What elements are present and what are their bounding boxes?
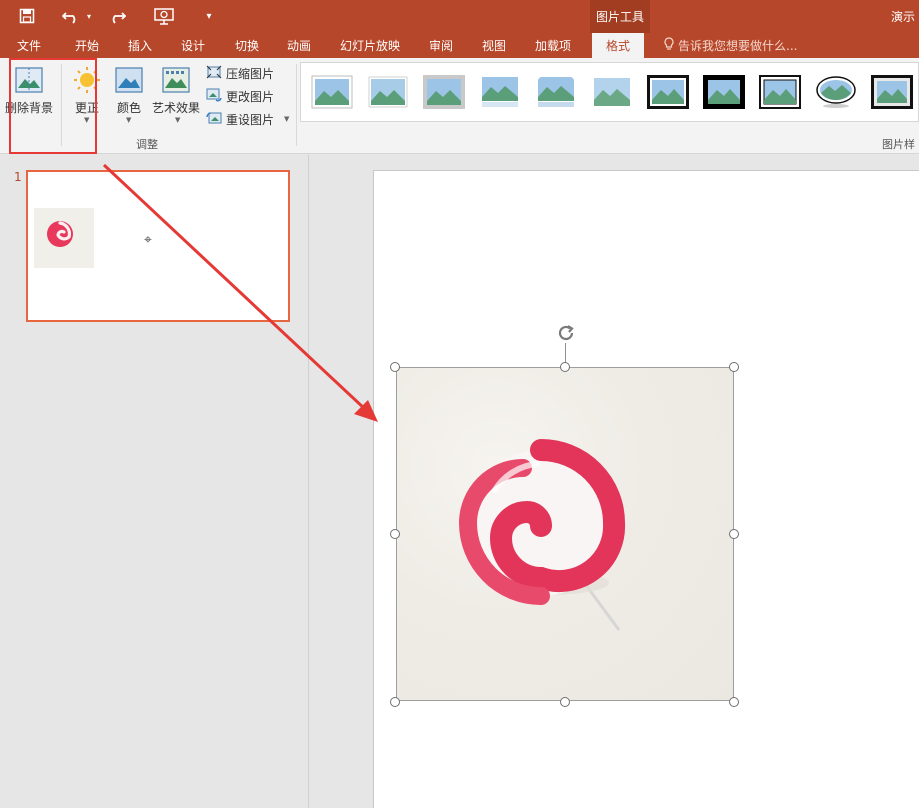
resize-handle-bottom-right[interactable]	[729, 697, 739, 707]
slide-number: 1	[14, 170, 22, 184]
reset-dropdown-icon[interactable]: ▼	[284, 115, 289, 123]
resize-handle-right[interactable]	[729, 529, 739, 539]
picture-styles-gallery	[300, 62, 919, 122]
lollipop-image	[458, 439, 626, 631]
style-soft-rectangle[interactable]	[591, 75, 633, 109]
picture-styles-group-label: 图片样	[882, 138, 915, 151]
style-simple-frame[interactable]	[311, 75, 353, 109]
powerpoint-window: ▾ ▾ 图片工具 演示 文件 开始 插入 设计 切换 动画 幻灯片放映 审阅 视…	[0, 0, 919, 808]
ribbon-tabs: 文件 开始 插入 设计 切换 动画 幻灯片放映 审阅 视图 加载项 格式 告诉我…	[0, 33, 919, 58]
compress-label: 压缩图片	[226, 66, 275, 81]
resize-handle-left[interactable]	[390, 529, 400, 539]
style-reflection[interactable]	[479, 75, 521, 109]
color-button[interactable]: 颜色	[117, 99, 141, 116]
tab-design[interactable]: 设计	[181, 37, 205, 54]
title-bar: ▾ ▾ 图片工具 演示	[0, 0, 919, 33]
resize-handle-bottom-left[interactable]	[390, 697, 400, 707]
resize-handle-top-left[interactable]	[390, 362, 400, 372]
style-oval[interactable]	[815, 75, 857, 109]
resize-handle-top-right[interactable]	[729, 362, 739, 372]
style-metal-frame[interactable]	[871, 75, 913, 109]
picture-tools-label: 图片工具	[595, 10, 644, 24]
tab-slideshow[interactable]: 幻灯片放映	[340, 37, 400, 54]
style-black-frame[interactable]	[647, 75, 689, 109]
mouse-cursor-icon: ⌖	[144, 232, 152, 248]
thumbnail-lollipop-image	[34, 208, 94, 268]
change-picture-label: 更改图片	[226, 89, 275, 104]
style-double-frame[interactable]	[759, 75, 801, 109]
dropdown-arrow-icon[interactable]: ▾	[84, 6, 94, 26]
lightbulb-icon	[664, 37, 674, 54]
tab-file[interactable]: 文件	[17, 37, 41, 54]
tab-transitions[interactable]: 切换	[235, 37, 259, 54]
tab-view[interactable]: 视图	[482, 37, 506, 54]
undo-icon[interactable]	[60, 6, 82, 26]
change-picture-button[interactable]: 更改图片	[206, 86, 274, 106]
style-soft-edge[interactable]	[367, 75, 409, 109]
tab-insert[interactable]: 插入	[128, 37, 152, 54]
picture-tools-contextual-tab: 图片工具	[590, 0, 650, 33]
reset-picture-icon	[206, 111, 222, 128]
resize-handle-top[interactable]	[560, 362, 570, 372]
customize-qat-icon[interactable]: ▾	[202, 6, 216, 26]
reset-picture-button[interactable]: 重设图片 ▼	[206, 109, 289, 129]
present-from-start-icon[interactable]	[152, 6, 176, 26]
reset-picture-label: 重设图片	[226, 112, 275, 127]
selected-picture-lollipop[interactable]	[396, 367, 734, 701]
artistic-effects-icon	[161, 66, 191, 97]
tab-addins[interactable]: 加载项	[535, 37, 571, 54]
resize-handle-bottom[interactable]	[560, 697, 570, 707]
rotate-icon[interactable]	[555, 322, 577, 344]
adjust-group-label: 调整	[136, 138, 158, 151]
slide-thumbnail-pane: 1 ⌖	[0, 155, 309, 808]
tab-review[interactable]: 审阅	[429, 37, 453, 54]
window-title: 演示	[891, 10, 916, 24]
redo-icon[interactable]	[106, 6, 128, 26]
tab-animations[interactable]: 动画	[287, 37, 311, 54]
ribbon-separator	[296, 64, 297, 146]
tab-home[interactable]: 开始	[75, 37, 99, 54]
compress-icon	[206, 65, 222, 82]
slide-thumbnail-1[interactable]: ⌖	[26, 170, 290, 322]
style-thick-black-frame[interactable]	[703, 75, 745, 109]
tab-format[interactable]: 格式	[592, 33, 645, 58]
style-gray-frame[interactable]	[423, 75, 465, 109]
remove-background-highlight	[9, 58, 97, 154]
artistic-effects-button[interactable]: 艺术效果	[152, 99, 200, 116]
tell-me-box[interactable]: 告诉我您想要做什么...	[664, 37, 797, 54]
color-dropdown-icon[interactable]: ▼	[126, 116, 131, 124]
tell-me-placeholder: 告诉我您想要做什么...	[678, 39, 798, 53]
artistic-effects-dropdown-icon[interactable]: ▼	[175, 116, 180, 124]
compress-pictures-button[interactable]: 压缩图片	[206, 63, 274, 83]
style-rounded-reflection[interactable]	[535, 75, 577, 109]
color-picture-icon	[114, 66, 144, 97]
save-icon[interactable]	[17, 6, 37, 26]
change-picture-icon	[206, 88, 222, 105]
